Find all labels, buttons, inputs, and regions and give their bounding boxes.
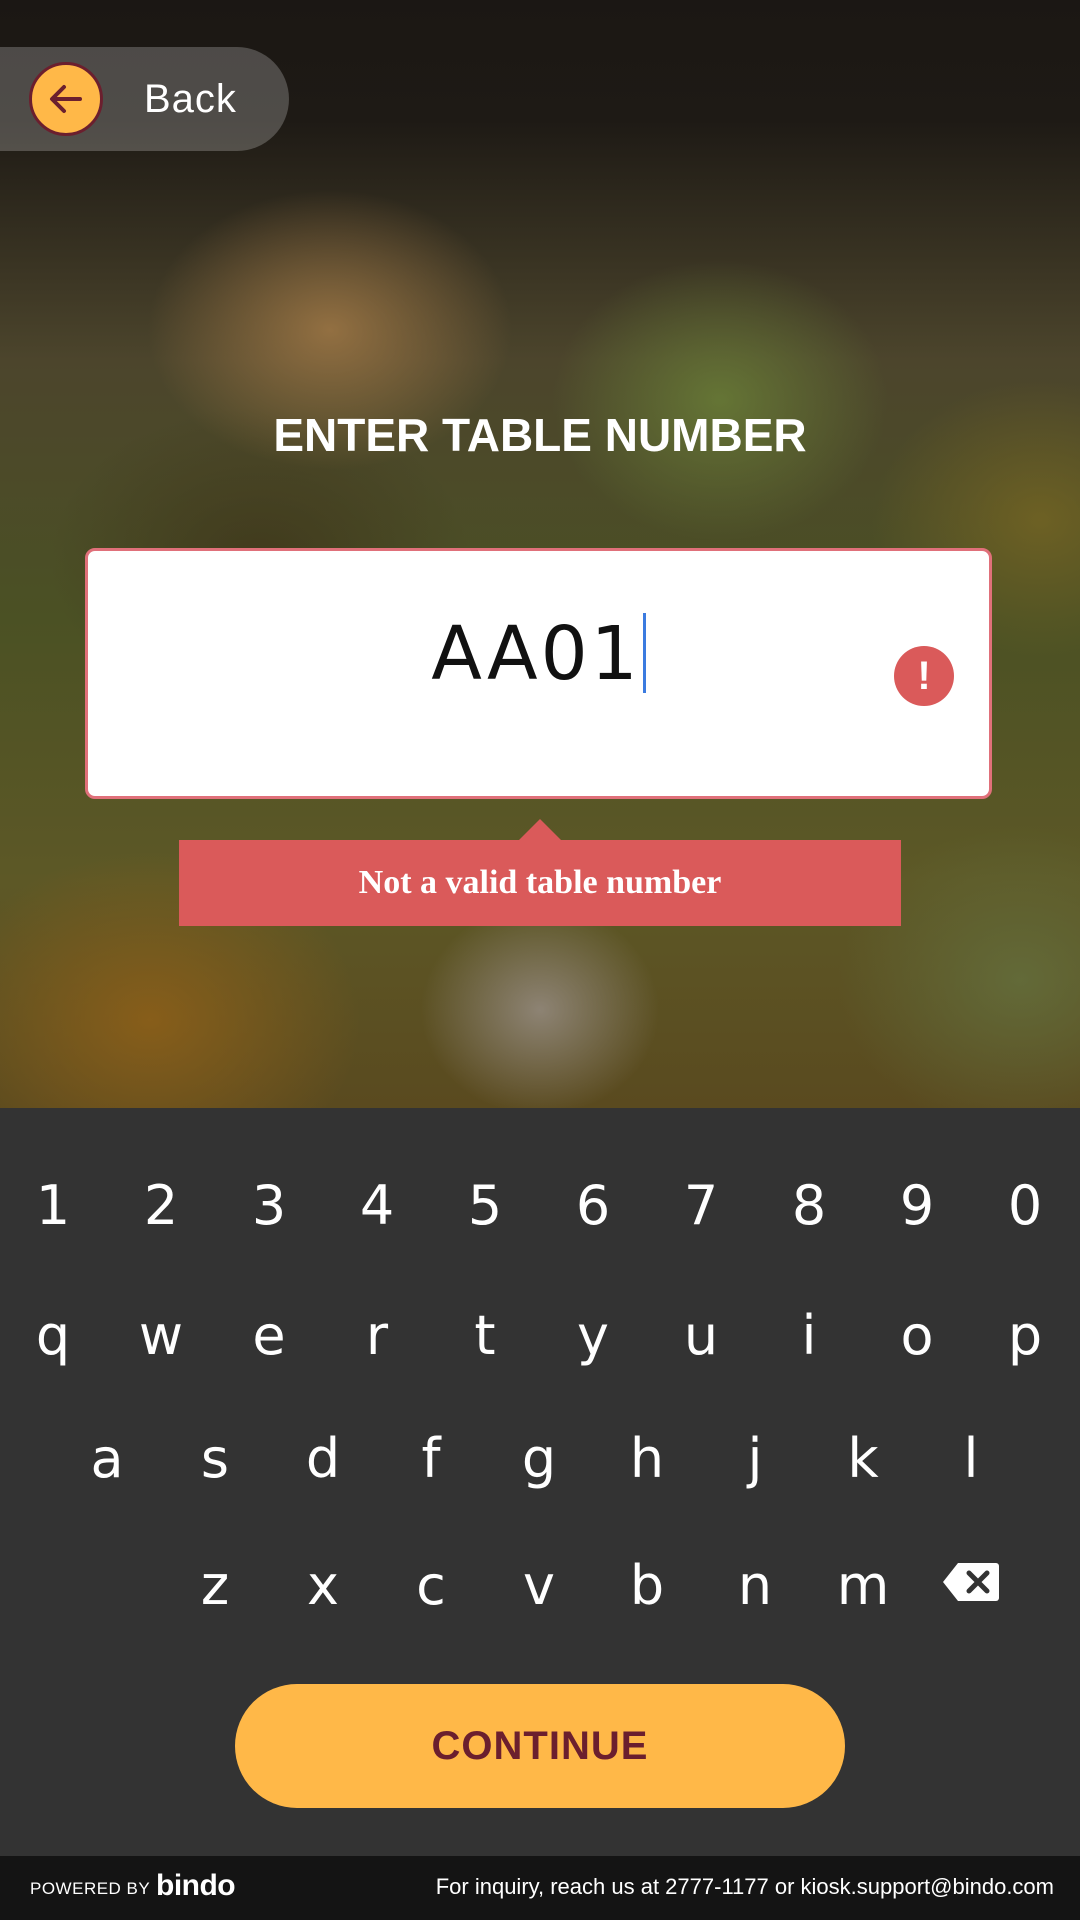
page-title: ENTER TABLE NUMBER — [273, 409, 807, 461]
key-r[interactable]: r — [332, 1290, 422, 1380]
bindo-logo: bindo — [156, 1869, 236, 1902]
key-7[interactable]: 7 — [656, 1160, 746, 1250]
key-c[interactable]: c — [386, 1540, 476, 1630]
key-t[interactable]: t — [440, 1290, 530, 1380]
key-2[interactable]: 2 — [116, 1160, 206, 1250]
table-number-value: AA01 — [431, 611, 641, 697]
continue-label: CONTINUE — [431, 1723, 649, 1768]
text-caret — [642, 613, 646, 693]
key-s[interactable]: s — [170, 1413, 260, 1503]
key-4[interactable]: 4 — [332, 1160, 422, 1250]
back-button[interactable]: Back — [0, 47, 289, 151]
inquiry-text: For inquiry, reach us at 2777-1177 or ki… — [435, 1874, 1054, 1899]
key-5[interactable]: 5 — [440, 1160, 530, 1250]
key-j[interactable]: j — [710, 1413, 800, 1503]
error-message: Not a valid table number — [358, 864, 722, 901]
table-number-input[interactable]: AA01 ! — [85, 548, 992, 799]
key-3[interactable]: 3 — [224, 1160, 314, 1250]
key-m[interactable]: m — [818, 1540, 908, 1630]
key-x[interactable]: x — [278, 1540, 368, 1630]
key-d[interactable]: d — [278, 1413, 368, 1503]
arrow-left-icon — [29, 62, 103, 136]
footer: POWERED BY bindo For inquiry, reach us a… — [0, 1856, 1080, 1920]
key-9[interactable]: 9 — [872, 1160, 962, 1250]
key-y[interactable]: y — [548, 1290, 638, 1380]
key-g[interactable]: g — [494, 1413, 584, 1503]
key-8[interactable]: 8 — [764, 1160, 854, 1250]
key-n[interactable]: n — [710, 1540, 800, 1630]
key-v[interactable]: v — [494, 1540, 584, 1630]
key-l[interactable]: l — [926, 1413, 1016, 1503]
key-f[interactable]: f — [386, 1413, 476, 1503]
error-tooltip: Not a valid table number — [179, 819, 901, 926]
key-1[interactable]: 1 — [8, 1160, 98, 1250]
key-p[interactable]: p — [980, 1290, 1070, 1380]
key-a[interactable]: a — [62, 1413, 152, 1503]
backspace-key[interactable] — [921, 1537, 1021, 1627]
continue-button[interactable]: CONTINUE — [235, 1684, 845, 1808]
backspace-icon — [943, 1563, 999, 1601]
key-0[interactable]: 0 — [980, 1160, 1070, 1250]
key-q[interactable]: q — [8, 1290, 98, 1380]
key-e[interactable]: e — [224, 1290, 314, 1380]
key-z[interactable]: z — [170, 1540, 260, 1630]
exclamation-icon: ! — [894, 646, 954, 706]
key-o[interactable]: o — [872, 1290, 962, 1380]
input-value-wrap: AA01 — [88, 611, 989, 697]
key-b[interactable]: b — [602, 1540, 692, 1630]
key-i[interactable]: i — [764, 1290, 854, 1380]
key-6[interactable]: 6 — [548, 1160, 638, 1250]
key-k[interactable]: k — [818, 1413, 908, 1503]
key-w[interactable]: w — [116, 1290, 206, 1380]
powered-by-label: POWERED BY — [30, 1879, 151, 1898]
key-u[interactable]: u — [656, 1290, 746, 1380]
back-label: Back — [144, 77, 237, 121]
key-h[interactable]: h — [602, 1413, 692, 1503]
